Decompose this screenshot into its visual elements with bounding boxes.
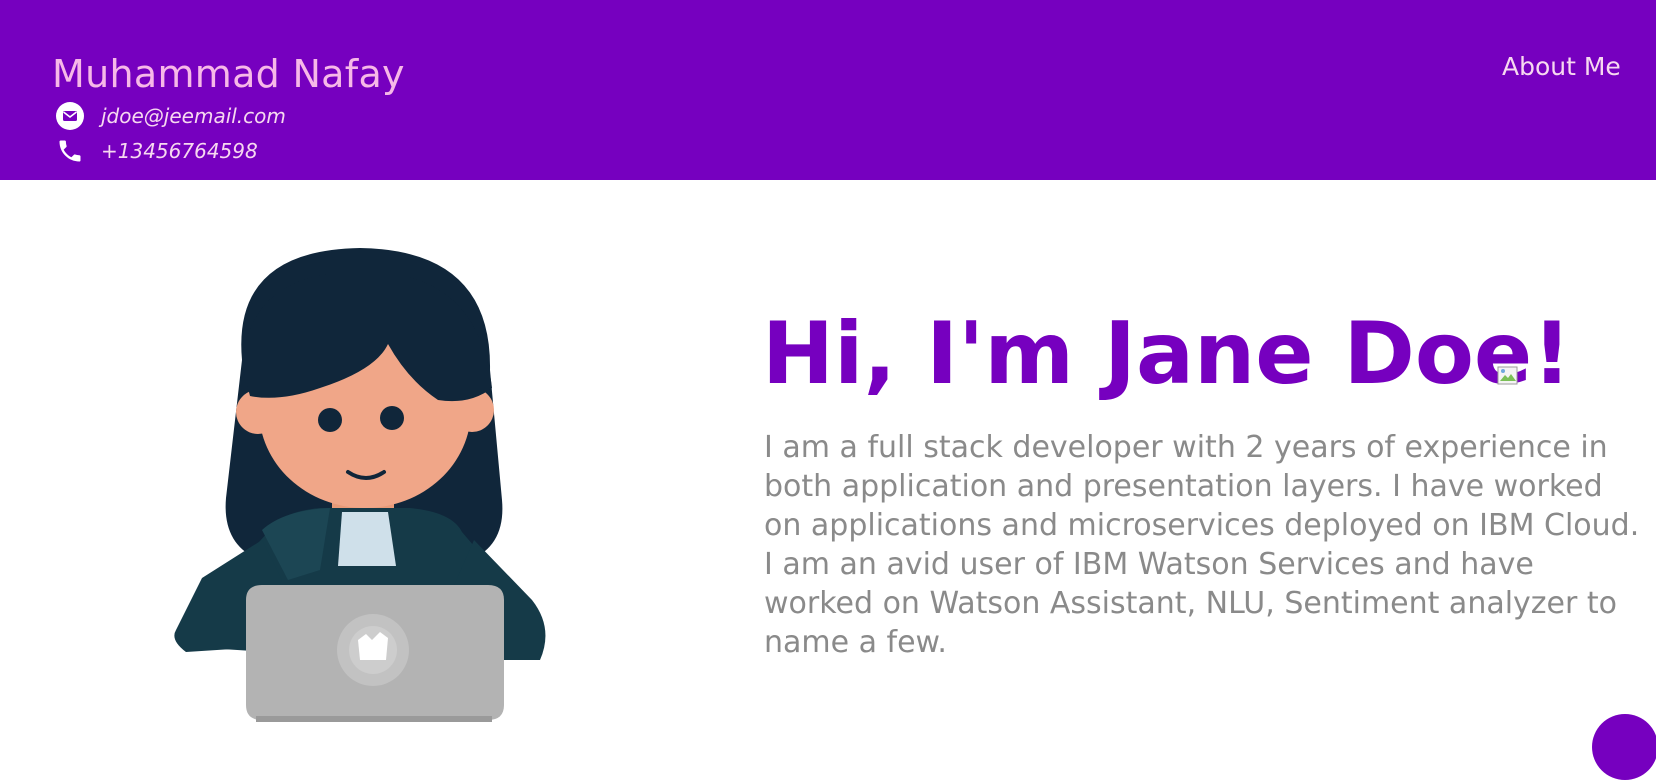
hero-description: I am a full stack developer with 2 years… bbox=[764, 430, 1640, 660]
site-header: Muhammad Nafay jdoe@jeemail.com +1345676… bbox=[0, 0, 1656, 180]
email-contact[interactable]: jdoe@jeemail.com bbox=[54, 100, 286, 132]
hero-title: Hi, I'm Jane Doe! bbox=[762, 304, 1572, 404]
broken-image-icon bbox=[1497, 366, 1519, 386]
nav-about-me[interactable]: About Me bbox=[1502, 52, 1621, 81]
email-address: jdoe@jeemail.com bbox=[101, 104, 286, 128]
phone-number: +13456764598 bbox=[101, 139, 258, 163]
envelope-icon bbox=[54, 100, 86, 132]
phone-contact[interactable]: +13456764598 bbox=[54, 135, 258, 167]
site-owner-name: Muhammad Nafay bbox=[52, 52, 405, 96]
chat-bubble-button[interactable] bbox=[1592, 714, 1656, 780]
phone-icon bbox=[54, 135, 86, 167]
developer-illustration bbox=[170, 240, 590, 762]
